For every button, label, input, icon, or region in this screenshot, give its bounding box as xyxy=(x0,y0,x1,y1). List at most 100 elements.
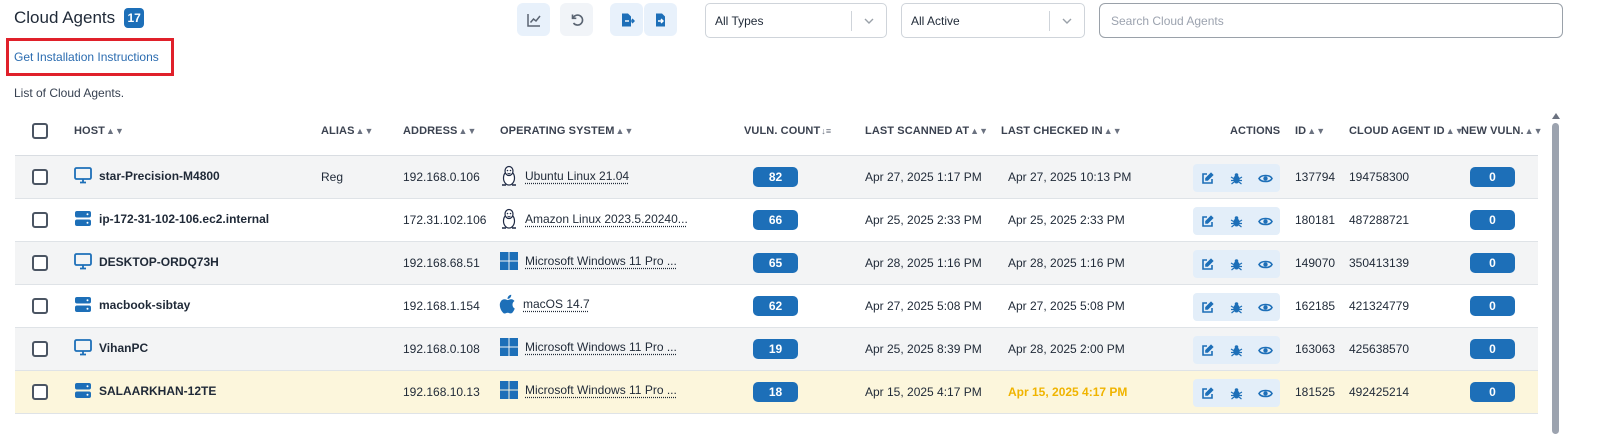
row-checkbox[interactable] xyxy=(32,341,48,357)
row-actions xyxy=(1193,250,1280,278)
new-vuln-badge[interactable]: 0 xyxy=(1470,382,1515,402)
row-checkbox[interactable] xyxy=(32,169,48,185)
table-row[interactable]: DESKTOP-ORDQ73H 192.168.68.51 Microsoft Wi… xyxy=(15,242,1538,285)
sort-icon: ▲▼ xyxy=(970,126,989,136)
vulnerabilities-button[interactable] xyxy=(1222,379,1251,407)
edit-icon xyxy=(1201,214,1214,228)
column-header-new-vuln[interactable]: NEW VULN.▲▼ xyxy=(1461,125,1543,137)
view-button[interactable] xyxy=(1251,336,1280,364)
view-button[interactable] xyxy=(1251,250,1280,278)
view-button[interactable] xyxy=(1251,207,1280,235)
installation-instructions-link[interactable]: Get Installation Instructions xyxy=(14,50,159,64)
apple-icon xyxy=(499,294,517,314)
column-header-id[interactable]: ID▲▼ xyxy=(1295,125,1325,137)
cloud-agent-id-cell: 350413139 xyxy=(1349,256,1410,270)
row-checkbox[interactable] xyxy=(32,212,48,228)
search-input[interactable] xyxy=(1099,3,1563,38)
select-all-checkbox[interactable] xyxy=(32,123,48,139)
type-filter-select[interactable]: All Types xyxy=(705,3,887,38)
column-header-last-scanned[interactable]: LAST SCANNED AT▲▼ xyxy=(865,125,988,137)
vuln-count-badge[interactable]: 65 xyxy=(753,253,798,273)
host-cell[interactable]: SALAARKHAN-12TE xyxy=(74,382,216,399)
edit-button[interactable] xyxy=(1193,293,1222,321)
bug-icon xyxy=(1230,344,1243,357)
chart-button[interactable] xyxy=(517,3,550,36)
edit-button[interactable] xyxy=(1193,164,1222,192)
vulnerabilities-button[interactable] xyxy=(1222,336,1251,364)
new-vuln-badge[interactable]: 0 xyxy=(1470,253,1515,273)
vuln-count-badge[interactable]: 66 xyxy=(753,210,798,230)
os-cell[interactable]: Microsoft Windows 11 Pro ... xyxy=(499,380,677,400)
new-vuln-badge[interactable]: 0 xyxy=(1470,339,1515,359)
new-vuln-badge[interactable]: 0 xyxy=(1470,210,1515,230)
os-cell[interactable]: Amazon Linux 2023.5.20240... xyxy=(499,208,688,230)
id-cell: 180181 xyxy=(1295,213,1336,227)
edit-icon xyxy=(1201,171,1214,185)
new-vuln-badge[interactable]: 0 xyxy=(1470,296,1515,316)
os-cell[interactable]: Microsoft Windows 11 Pro ... xyxy=(499,337,677,357)
column-header-address[interactable]: ADDRESS▲▼ xyxy=(403,125,477,137)
host-cell[interactable]: macbook-sibtay xyxy=(74,296,190,313)
column-header-last-checked[interactable]: LAST CHECKED IN▲▼ xyxy=(1001,125,1122,137)
row-checkbox[interactable] xyxy=(32,255,48,271)
host-name: SALAARKHAN-12TE xyxy=(99,383,217,398)
column-header-os[interactable]: OPERATING SYSTEM▲▼ xyxy=(500,125,633,137)
table-row[interactable]: VihanPC 192.168.0.108 Microsoft Windows 11… xyxy=(15,328,1538,371)
import-button[interactable] xyxy=(644,3,677,36)
view-button[interactable] xyxy=(1251,164,1280,192)
vuln-count-badge[interactable]: 19 xyxy=(753,339,798,359)
bug-icon xyxy=(1230,215,1243,228)
vulnerabilities-button[interactable] xyxy=(1222,250,1251,278)
row-checkbox[interactable] xyxy=(32,384,48,400)
os-name: Microsoft Windows 11 Pro ... xyxy=(525,383,677,397)
host-cell[interactable]: ip-172-31-102-106.ec2.internal xyxy=(74,210,269,227)
table-row[interactable]: ip-172-31-102-106.ec2.internal 172.31.102… xyxy=(15,199,1538,242)
edit-icon xyxy=(1201,257,1214,271)
host-cell[interactable]: star-Precision-M4800 xyxy=(74,167,220,184)
windows-icon xyxy=(499,337,519,357)
row-actions xyxy=(1193,336,1280,364)
vulnerabilities-button[interactable] xyxy=(1222,293,1251,321)
edit-button[interactable] xyxy=(1193,250,1222,278)
column-header-cloud-agent-id[interactable]: CLOUD AGENT ID▲▼ xyxy=(1349,125,1464,137)
address-cell: 192.168.1.154 xyxy=(403,299,480,313)
vulnerabilities-button[interactable] xyxy=(1222,164,1251,192)
column-header-host[interactable]: HOST▲▼ xyxy=(74,125,124,137)
address-cell: 192.168.0.108 xyxy=(403,342,480,356)
host-cell[interactable]: DESKTOP-ORDQ73H xyxy=(74,253,219,270)
status-filter-select[interactable]: All Active xyxy=(901,3,1085,38)
edit-button[interactable] xyxy=(1193,336,1222,364)
table-row[interactable]: macbook-sibtay 192.168.1.154 macOS 14.7 62 A… xyxy=(15,285,1538,328)
view-button[interactable] xyxy=(1251,293,1280,321)
export-button[interactable] xyxy=(610,3,643,36)
vuln-count-badge[interactable]: 18 xyxy=(753,382,798,402)
table-row[interactable]: SALAARKHAN-12TE 192.168.10.13 Microsoft Wi… xyxy=(15,371,1538,414)
os-cell[interactable]: Ubuntu Linux 21.04 xyxy=(499,165,629,187)
chevron-down-icon xyxy=(864,18,874,24)
edit-button[interactable] xyxy=(1193,207,1222,235)
desktop-icon xyxy=(74,253,92,270)
last-scanned-cell: Apr 27, 2025 5:08 PM xyxy=(865,299,982,313)
vuln-count-badge[interactable]: 82 xyxy=(753,167,798,187)
scroll-up-arrow-icon[interactable] xyxy=(1552,113,1560,119)
table-scrollbar[interactable] xyxy=(1551,113,1560,434)
file-import-icon xyxy=(655,13,665,26)
linux-penguin-icon xyxy=(499,165,519,187)
view-button[interactable] xyxy=(1251,379,1280,407)
edit-button[interactable] xyxy=(1193,379,1222,407)
host-cell[interactable]: VihanPC xyxy=(74,339,148,356)
os-cell[interactable]: Microsoft Windows 11 Pro ... xyxy=(499,251,677,271)
last-scanned-cell: Apr 15, 2025 4:17 PM xyxy=(865,385,982,399)
vuln-count-badge[interactable]: 62 xyxy=(753,296,798,316)
vulnerabilities-button[interactable] xyxy=(1222,207,1251,235)
type-filter-value: All Types xyxy=(715,14,764,28)
table-row[interactable]: star-Precision-M4800 Reg 192.168.0.106 Ubun… xyxy=(15,156,1538,199)
row-checkbox[interactable] xyxy=(32,298,48,314)
column-header-vuln-count[interactable]: VULN. COUNT↓≡ xyxy=(744,125,831,137)
column-header-alias[interactable]: ALIAS▲▼ xyxy=(321,125,374,137)
refresh-button[interactable] xyxy=(560,3,593,36)
os-cell[interactable]: macOS 14.7 xyxy=(499,294,590,314)
new-vuln-badge[interactable]: 0 xyxy=(1470,167,1515,187)
scrollbar-thumb[interactable] xyxy=(1552,123,1559,434)
desktop-icon xyxy=(74,339,92,356)
